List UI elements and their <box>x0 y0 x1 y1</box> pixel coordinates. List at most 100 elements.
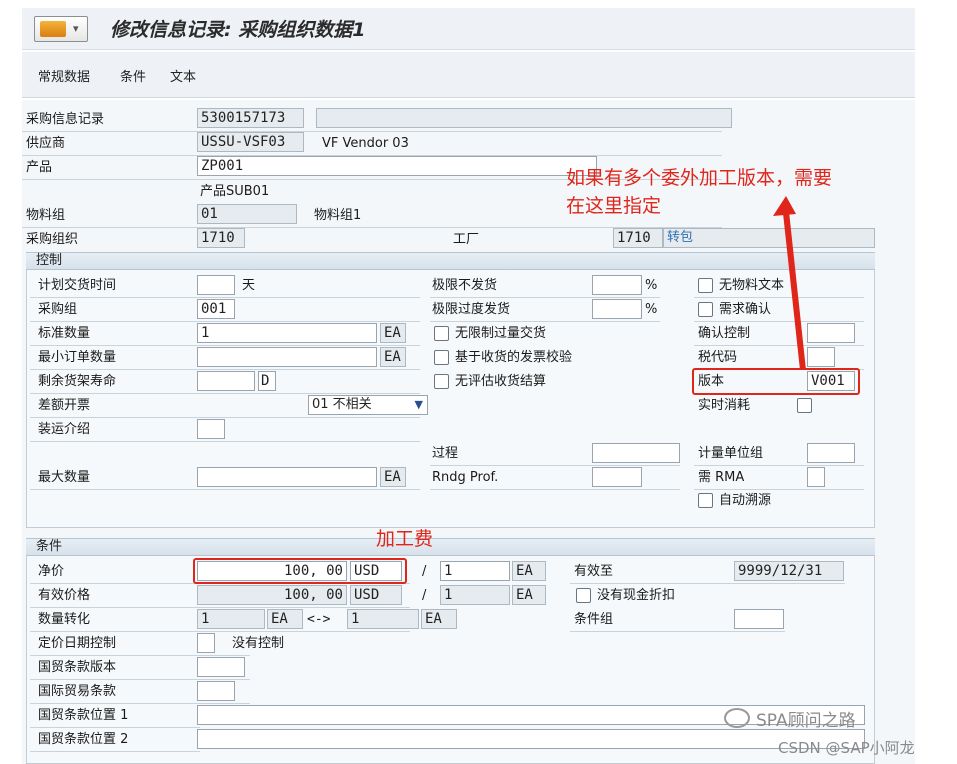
max-qty-field[interactable] <box>197 467 377 487</box>
incoterms-loc2-label: 国贸条款位置 2 <box>38 732 129 747</box>
purchorg-field[interactable]: 1710 <box>197 228 245 248</box>
uom-group-label: 计量单位组 <box>698 446 764 461</box>
underdelivery-percent: % <box>645 278 658 293</box>
overdelivery-field[interactable] <box>592 299 642 319</box>
dropdown-icon: ▾ <box>73 22 79 35</box>
shipping-field[interactable] <box>197 419 225 439</box>
std-qty-field[interactable]: 1 <box>197 323 377 343</box>
conv-right-unit: EA <box>421 609 457 629</box>
no-eval-checkbox[interactable] <box>434 374 449 389</box>
vendor-name: VF Vendor 03 <box>322 136 409 151</box>
incoterms-loc2-field[interactable] <box>197 729 865 749</box>
incoterms-version-field[interactable] <box>197 657 245 677</box>
eff-price-field: 100, 00 <box>197 585 347 605</box>
realtime-label: 实时消耗 <box>698 398 751 413</box>
matgroup-field[interactable]: 01 <box>197 204 297 224</box>
unlimited-label: 无限制过量交货 <box>455 326 547 341</box>
gr-invoice-label: 基于收货的发票校验 <box>455 350 573 365</box>
version-note-line1: 如果有多个委外加工版本，需要 <box>566 167 833 189</box>
diff-invoice-label: 差额开票 <box>38 398 91 413</box>
conf-ctrl-label: 确认控制 <box>698 326 751 341</box>
planned-delivery-field[interactable] <box>197 275 235 295</box>
rndg-field[interactable] <box>592 467 642 487</box>
annotation-arrow-icon <box>773 196 806 370</box>
eff-price-slash: / <box>422 588 427 603</box>
eff-price-label: 有效价格 <box>38 588 91 603</box>
shipping-label: 装运介绍 <box>38 422 91 437</box>
min-order-unit: EA <box>380 347 406 367</box>
version-note-line2: 在这里指定 <box>566 195 662 217</box>
window-title: 修改信息记录: 采购组织数据1 <box>110 19 366 41</box>
control-section-header: 控制 <box>26 252 875 270</box>
uom-group-field[interactable] <box>807 443 855 463</box>
tab-general-data[interactable]: 常规数据 <box>38 66 90 85</box>
incoterms-label: 国际贸易条款 <box>38 684 117 699</box>
net-price-label: 净价 <box>38 564 65 579</box>
overdelivery-label: 极限过度发货 <box>432 302 511 317</box>
plant-desc-field: 转包 <box>663 228 875 248</box>
product-desc: 产品SUB01 <box>200 184 270 199</box>
rma-label: 需 RMA <box>698 470 745 485</box>
rma-field[interactable] <box>807 467 825 487</box>
purch-group-field[interactable]: 001 <box>197 299 235 319</box>
realtime-checkbox[interactable] <box>797 398 812 413</box>
conv-arrow: <-> <box>307 612 331 627</box>
max-qty-label: 最大数量 <box>38 470 91 485</box>
tab-texts[interactable]: 文本 <box>170 66 196 85</box>
shelf-life-unit[interactable]: D <box>258 371 276 391</box>
std-qty-label: 标准数量 <box>38 326 91 341</box>
tab-conditions[interactable]: 条件 <box>120 66 146 85</box>
wechat-icon <box>724 708 750 728</box>
diff-invoice-select[interactable]: 01 不相关 ▼ <box>308 395 428 415</box>
sap-menu-icon <box>40 21 66 37</box>
conv-left-field: 1 <box>197 609 265 629</box>
no-cash-disc-checkbox[interactable] <box>576 588 591 603</box>
tax-code-label: 税代码 <box>698 350 738 365</box>
process-field[interactable] <box>592 443 680 463</box>
cond-group-label: 条件组 <box>574 612 614 627</box>
underdelivery-field[interactable] <box>592 275 642 295</box>
incoterms-version-label: 国贸条款版本 <box>38 660 117 675</box>
min-order-field[interactable] <box>197 347 377 367</box>
vendor-field[interactable]: USSU-VSF03 <box>197 132 304 152</box>
conditions-title: 条件 <box>36 539 63 554</box>
gr-invoice-checkbox[interactable] <box>434 350 449 365</box>
incoterms-field[interactable] <box>197 681 235 701</box>
no-mat-text-checkbox[interactable] <box>698 278 713 293</box>
info-record-field[interactable]: 5300157173 <box>197 108 304 128</box>
info-record-label: 采购信息记录 <box>26 112 105 127</box>
net-price-unit: EA <box>512 561 546 581</box>
eff-price-unit: EA <box>512 585 546 605</box>
max-qty-unit: EA <box>380 467 406 487</box>
valid-to-label: 有效至 <box>574 564 614 579</box>
eff-price-per: 1 <box>440 585 510 605</box>
net-price-highlight-box <box>193 558 407 584</box>
info-record-desc-field[interactable] <box>316 108 732 128</box>
shelf-life-field[interactable] <box>197 371 255 391</box>
conditions-section-header: 条件 <box>26 538 875 556</box>
pricing-date-desc: 没有控制 <box>232 636 285 651</box>
pricing-date-label: 定价日期控制 <box>38 636 117 651</box>
conv-left-unit: EA <box>267 609 303 629</box>
shelf-life-label: 剩余货架寿命 <box>38 374 117 389</box>
auto-source-checkbox[interactable] <box>698 493 713 508</box>
cond-group-field[interactable] <box>734 609 784 629</box>
pricing-date-field[interactable] <box>197 633 215 653</box>
net-price-per[interactable]: 1 <box>440 561 510 581</box>
control-title: 控制 <box>36 253 63 268</box>
ack-req-checkbox[interactable] <box>698 302 713 317</box>
net-price-slash: / <box>422 564 427 579</box>
eff-price-currency: USD <box>350 585 402 605</box>
plant-field[interactable]: 1710 <box>613 228 663 248</box>
qty-conv-label: 数量转化 <box>38 612 91 627</box>
menu-button[interactable]: ▾ <box>34 16 88 42</box>
unlimited-checkbox[interactable] <box>434 326 449 341</box>
min-order-label: 最小订单数量 <box>38 350 117 365</box>
ack-req-label: 需求确认 <box>719 302 772 317</box>
product-field[interactable]: ZP001 <box>197 156 597 176</box>
toolbar <box>22 52 915 98</box>
vendor-label: 供应商 <box>26 136 66 151</box>
no-cash-disc-label: 没有现金折扣 <box>597 588 676 603</box>
product-label: 产品 <box>26 160 53 175</box>
planned-delivery-unit: 天 <box>242 278 256 293</box>
